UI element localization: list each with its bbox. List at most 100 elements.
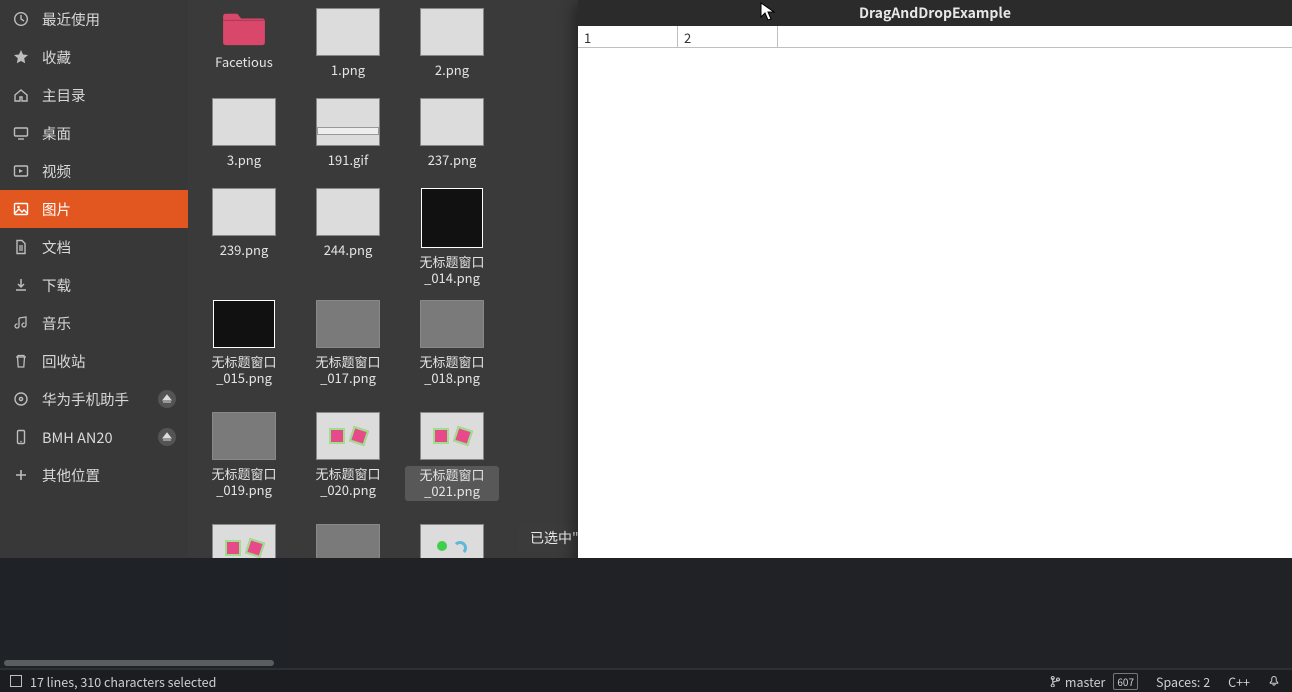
horizontal-scrollbar[interactable]	[4, 660, 274, 666]
file-thumbnail	[316, 524, 380, 558]
clock-icon	[12, 10, 30, 28]
editor-statusbar: 17 lines, 310 characters selected master…	[0, 670, 1292, 692]
sidebar-item-desktop[interactable]: 桌面	[0, 114, 188, 152]
branch-name: master	[1065, 672, 1106, 691]
file-name: 无标题窗口_020.png	[301, 466, 395, 499]
file-name: 244.png	[301, 242, 395, 258]
file-name: 239.png	[197, 242, 291, 258]
desktop-icon	[12, 124, 30, 142]
file-thumbnail	[420, 300, 484, 348]
file-thumbnail	[316, 98, 380, 146]
file-name: 无标题窗口_017.png	[301, 354, 395, 387]
window-title: DragAndDropExample	[859, 3, 1011, 23]
window-titlebar[interactable]: DragAndDropExample	[578, 0, 1292, 26]
video-icon	[12, 162, 30, 180]
file-thumbnail	[212, 524, 276, 558]
file-tile[interactable]: 无标题窗口_021.png	[400, 410, 504, 522]
file-thumbnail	[212, 98, 276, 146]
sidebar-item-home[interactable]: 主目录	[0, 76, 188, 114]
file-selection-status: 已选中"无标题窗口_021.png" (55.4	[518, 524, 578, 552]
phone-icon	[12, 428, 30, 446]
file-name: 无标题窗口_019.png	[197, 466, 291, 499]
file-tile[interactable]: 3.png	[192, 96, 296, 186]
sidebar-item-clock[interactable]: 最近使用	[0, 0, 188, 38]
table-col-2[interactable]: 2	[678, 26, 778, 47]
sidebar-item-label: 视频	[42, 161, 71, 182]
plus-icon	[12, 466, 30, 484]
sidebar-item-music[interactable]: 音乐	[0, 304, 188, 342]
sidebar-item-image[interactable]: 图片	[0, 190, 188, 228]
drag-drop-window: DragAndDropExample 1 2	[578, 0, 1292, 580]
file-tile[interactable]: 无标题窗口_017.png	[296, 298, 400, 410]
file-name: 无标题窗口_015.png	[197, 354, 291, 387]
disc-icon	[12, 390, 30, 408]
file-name: 无标题窗口_014.png	[405, 254, 499, 287]
file-tile[interactable]: 无标题窗口_015.png	[192, 298, 296, 410]
sidebar-item-label: BMH AN20	[42, 427, 113, 448]
file-name: 237.png	[405, 152, 499, 168]
file-thumbnail	[316, 8, 380, 56]
table-header-row: 1 2	[578, 26, 1292, 48]
file-tile[interactable]: 无标题窗口_019.png	[192, 410, 296, 522]
sidebar-item-label: 其他位置	[42, 465, 100, 486]
language-mode[interactable]: C++	[1228, 672, 1250, 691]
file-name: 无标题窗口_021.png	[405, 466, 499, 501]
sidebar-item-label: 图片	[42, 199, 71, 220]
file-thumbnail	[316, 300, 380, 348]
git-branch[interactable]: master 607	[1049, 672, 1138, 691]
file-thumbnail	[212, 188, 276, 236]
file-tile[interactable]: 无标题窗口_023.png	[296, 522, 400, 558]
file-name: 2.png	[405, 62, 499, 78]
indent-info[interactable]: Spaces: 2	[1156, 672, 1210, 691]
eject-icon[interactable]	[158, 390, 176, 408]
notifications-icon[interactable]	[1268, 675, 1280, 687]
sidebar-item-label: 音乐	[42, 313, 71, 334]
sidebar-item-label: 桌面	[42, 123, 71, 144]
file-tile[interactable]: 无标题窗口_018.png	[400, 298, 504, 410]
file-name: 3.png	[197, 152, 291, 168]
sidebar-item-video[interactable]: 视频	[0, 152, 188, 190]
sidebar-item-label: 华为手机助手	[42, 389, 129, 410]
star-icon	[12, 48, 30, 66]
doc-icon	[12, 238, 30, 256]
file-thumbnail	[316, 412, 380, 460]
file-tile[interactable]: 191.gif	[296, 96, 400, 186]
file-name: 无标题窗口_018.png	[405, 354, 499, 387]
music-icon	[12, 314, 30, 332]
file-grid-pane: Facetious 1.png 2.png 3.png 191.gif 237.png 23…	[188, 0, 578, 558]
file-tile[interactable]: 无标题窗口_022.png	[192, 522, 296, 558]
file-tile[interactable]: 237.png	[400, 96, 504, 186]
sidebar-item-phone[interactable]: BMH AN20	[0, 418, 188, 456]
file-tile[interactable]: 1.png	[296, 6, 400, 96]
file-tile[interactable]: 239.png	[192, 186, 296, 276]
file-tile[interactable]: 无标题窗口_020.png	[296, 410, 400, 522]
sidebar-item-disc[interactable]: 华为手机助手	[0, 380, 188, 418]
drop-canvas[interactable]	[578, 48, 1292, 580]
file-tile[interactable]: 无标题窗口_014.png	[400, 186, 504, 298]
file-tile[interactable]: Facetious	[192, 6, 296, 96]
home-icon	[12, 86, 30, 104]
sidebar-item-download[interactable]: 下载	[0, 266, 188, 304]
sidebar-item-label: 下载	[42, 275, 71, 296]
eject-icon[interactable]	[158, 428, 176, 446]
branch-badge: 607	[1113, 673, 1138, 690]
sidebar-item-doc[interactable]: 文档	[0, 228, 188, 266]
sidebar-item-label: 文档	[42, 237, 71, 258]
file-name: 1.png	[301, 62, 395, 78]
image-icon	[12, 200, 30, 218]
file-thumbnail	[420, 412, 484, 460]
sidebar-item-label: 最近使用	[42, 9, 100, 30]
sidebar-item-label: 回收站	[42, 351, 86, 372]
file-thumbnail	[212, 412, 276, 460]
git-branch-icon	[1049, 675, 1061, 687]
table-col-1[interactable]: 1	[578, 26, 678, 47]
sidebar-item-plus[interactable]: 其他位置	[0, 456, 188, 494]
file-tile[interactable]: 244.png	[296, 186, 400, 276]
selection-mode-icon[interactable]	[10, 675, 22, 687]
sidebar-item-star[interactable]: 收藏	[0, 38, 188, 76]
file-name: Facetious	[197, 54, 291, 70]
sidebar-item-trash[interactable]: 回收站	[0, 342, 188, 380]
file-thumbnail	[420, 98, 484, 146]
file-tile[interactable]: 无标题窗口_024.png	[400, 522, 504, 558]
file-tile[interactable]: 2.png	[400, 6, 504, 96]
